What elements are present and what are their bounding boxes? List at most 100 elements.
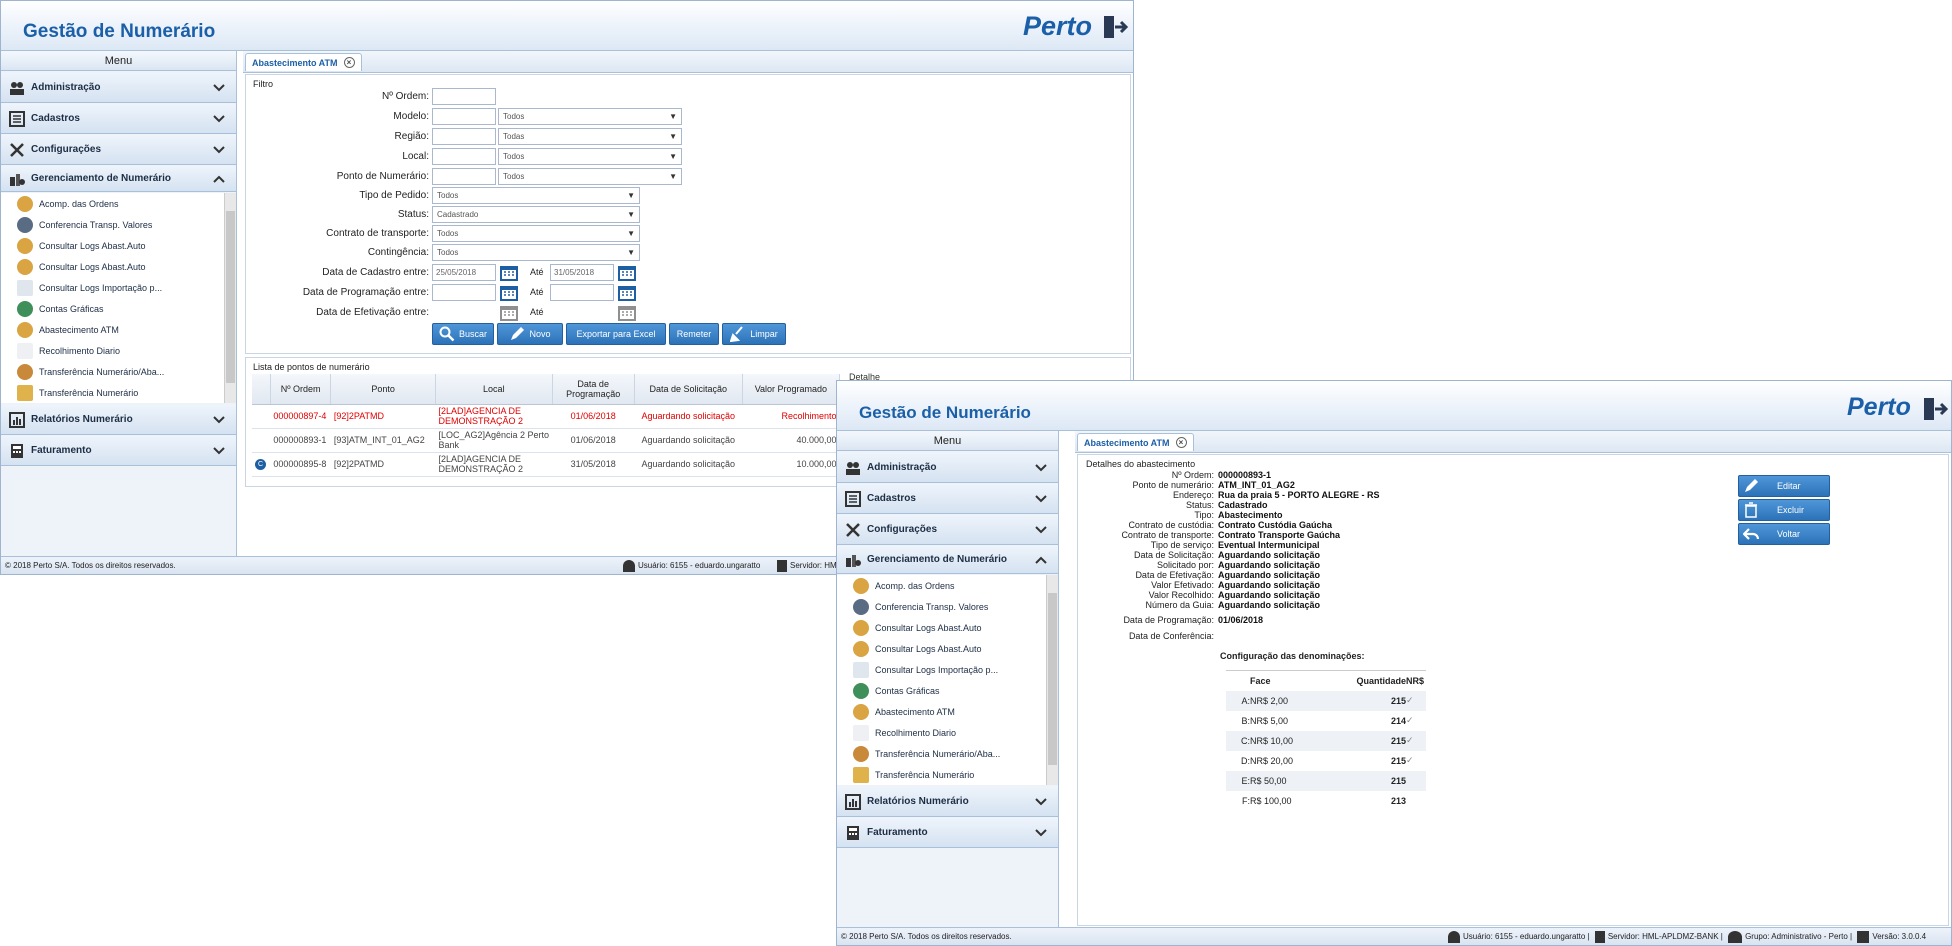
menu-item-conferencia[interactable]: Conferencia Transp. Valores <box>837 596 1046 617</box>
menu-item-label: Transferência Numerário <box>39 387 139 398</box>
table-row[interactable]: 000000897-4 [92]2PATMD [2LAD]AGENCIA DE … <box>252 404 840 429</box>
menu-item-acomp-ordens[interactable]: Acomp. das Ordens <box>837 575 1046 596</box>
details-window: Gestão de Numerário Perto Menu Administr… <box>836 380 1952 946</box>
tab-abastecimento-atm[interactable]: Abastecimento ATM × <box>245 53 362 71</box>
close-icon[interactable]: × <box>1175 437 1187 448</box>
submenu-scrollbar[interactable] <box>224 193 236 403</box>
table-row[interactable]: C 000000895-8 [92]2PATMD [2LAD]AGENCIA D… <box>252 452 840 477</box>
contract-select[interactable]: Todos <box>432 225 640 242</box>
local-input[interactable] <box>432 148 496 165</box>
menu-item-abastecimento-atm[interactable]: Abastecimento ATM <box>1 319 224 340</box>
menu-item-logs-abast-2[interactable]: Consultar Logs Abast.Auto <box>837 638 1046 659</box>
logout-icon[interactable] <box>1923 397 1949 421</box>
logout-icon[interactable] <box>1103 15 1129 39</box>
row-marker <box>252 428 271 453</box>
menu-item-transferencia-aba[interactable]: Transferência Numerário/Aba... <box>1 361 224 382</box>
menu-section-relatorios[interactable]: Relatórios Numerário <box>1 405 236 435</box>
calendar-icon[interactable] <box>617 284 637 302</box>
menu-item-logs-importacao[interactable]: Consultar Logs Importação p... <box>837 659 1046 680</box>
menu-section-cadastros[interactable]: Cadastros <box>837 484 1058 514</box>
point-input[interactable] <box>432 168 496 185</box>
eff-date-label: Data de Efetivação entre: <box>316 307 429 318</box>
submenu-scrollbar[interactable] <box>1046 575 1058 785</box>
col-header-order[interactable]: Nº Ordem <box>270 374 332 405</box>
reg-date-to[interactable]: 31/05/2018 <box>550 264 614 281</box>
back-button[interactable]: Voltar <box>1738 523 1830 545</box>
menu-section-gerenciamento[interactable]: Gerenciamento de Numerário <box>837 546 1058 574</box>
menu-item-transferencia-aba[interactable]: Transferência Numerário/Aba... <box>837 743 1046 764</box>
detail-value: Aguardando solicitação <box>1218 570 1321 580</box>
menu-section-administracao[interactable]: Administração <box>837 453 1058 483</box>
calendar-icon[interactable] <box>499 284 519 302</box>
close-icon[interactable]: × <box>343 57 355 68</box>
contingency-select[interactable]: Todos <box>432 244 640 261</box>
resend-button[interactable]: Remeter <box>669 323 719 345</box>
globe-icon <box>17 300 33 317</box>
edit-button[interactable]: Editar <box>1738 475 1830 497</box>
calendar-icon[interactable] <box>617 264 637 282</box>
detail-icon[interactable]: C <box>255 459 266 470</box>
menu-section-gerenciamento[interactable]: Gerenciamento de Numerário <box>1 166 236 192</box>
scrollbar-thumb[interactable] <box>226 211 235 383</box>
scrollbar-thumb[interactable] <box>1048 593 1057 765</box>
model-input[interactable] <box>432 108 496 125</box>
table-row[interactable]: 000000893-1 [93]ATM_INT_01_AG2 [LOC_AG2]… <box>252 428 840 453</box>
menu-item-transferencia[interactable]: Transferência Numerário <box>1 382 224 403</box>
clear-button[interactable]: Limpar <box>722 323 786 345</box>
menu-item-abastecimento-atm[interactable]: Abastecimento ATM <box>837 701 1046 722</box>
col-header-value[interactable]: Valor Programado <box>742 374 841 405</box>
menu-section-configuracoes[interactable]: Configurações <box>1 135 236 165</box>
delete-button[interactable]: Excluir <box>1738 499 1830 521</box>
coins-icon <box>853 766 869 783</box>
menu-section-faturamento[interactable]: Faturamento <box>1 436 236 466</box>
denom-face: R$ 50,00 <box>1250 770 1323 791</box>
order-input[interactable] <box>432 88 496 105</box>
region-select[interactable]: Todas <box>498 128 682 145</box>
col-header-req[interactable]: Data de Solicitação <box>634 374 743 405</box>
menu-section-label: Faturamento <box>31 445 92 456</box>
menu-section-relatorios[interactable]: Relatórios Numerário <box>837 787 1058 817</box>
cell-req: Aguardando solicitação <box>634 452 743 477</box>
menu-section-cadastros[interactable]: Cadastros <box>1 104 236 134</box>
reg-date-from[interactable]: 25/05/2018 <box>432 264 496 281</box>
menu-section-configuracoes[interactable]: Configurações <box>837 515 1058 545</box>
menu-section-label: Configurações <box>31 144 102 155</box>
export-button-label: Exportar para Excel <box>576 329 656 339</box>
calculator-icon <box>847 825 859 840</box>
calendar-icon[interactable] <box>499 264 519 282</box>
menu-item-conferencia[interactable]: Conferencia Transp. Valores <box>1 214 224 235</box>
search-button[interactable]: Buscar <box>432 323 494 345</box>
menu-item-contas-graficas[interactable]: Contas Gráficas <box>1 298 224 319</box>
menu-item-logs-abast-1[interactable]: Consultar Logs Abast.Auto <box>837 617 1046 638</box>
order-type-select[interactable]: Todos <box>432 187 640 204</box>
region-input[interactable] <box>432 128 496 145</box>
menu-section-faturamento[interactable]: Faturamento <box>837 818 1058 848</box>
tab-abastecimento-atm[interactable]: Abastecimento ATM × <box>1077 433 1194 451</box>
prog-date-to[interactable] <box>550 284 614 301</box>
local-select[interactable]: Todos <box>498 148 682 165</box>
menu-item-logs-abast-2[interactable]: Consultar Logs Abast.Auto <box>1 256 224 277</box>
reg-date-label: Data de Cadastro entre: <box>322 267 429 278</box>
chevron-down-icon <box>213 83 225 91</box>
export-button[interactable]: Exportar para Excel <box>566 323 666 345</box>
menu-item-transferencia[interactable]: Transferência Numerário <box>837 764 1046 785</box>
col-header-point[interactable]: Ponto <box>330 374 436 405</box>
new-button[interactable]: Novo <box>497 323 563 345</box>
status-select[interactable]: Cadastrado <box>432 206 640 223</box>
menu-item-recolhimento[interactable]: Recolhimento Diario <box>837 722 1046 743</box>
prog-date-from[interactable] <box>432 284 496 301</box>
detail-label: Data de Solicitação: <box>1133 550 1214 560</box>
point-select[interactable]: Todos <box>498 168 682 185</box>
model-select[interactable]: Todos <box>498 108 682 125</box>
menu-item-acomp-ordens[interactable]: Acomp. das Ordens <box>1 193 224 214</box>
menu-item-logs-abast-1[interactable]: Consultar Logs Abast.Auto <box>1 235 224 256</box>
menu-item-logs-importacao[interactable]: Consultar Logs Importação p... <box>1 277 224 298</box>
new-button-label: Novo <box>529 329 551 339</box>
detail-label: Contrato de transporte: <box>1121 530 1214 540</box>
col-header-prog[interactable]: Data de Programação <box>552 374 635 405</box>
menu-section-administracao[interactable]: Administração <box>1 73 236 103</box>
check-icon: ✓ <box>1406 755 1414 765</box>
col-header-local[interactable]: Local <box>435 374 553 405</box>
menu-item-contas-graficas[interactable]: Contas Gráficas <box>837 680 1046 701</box>
menu-item-recolhimento[interactable]: Recolhimento Diario <box>1 340 224 361</box>
